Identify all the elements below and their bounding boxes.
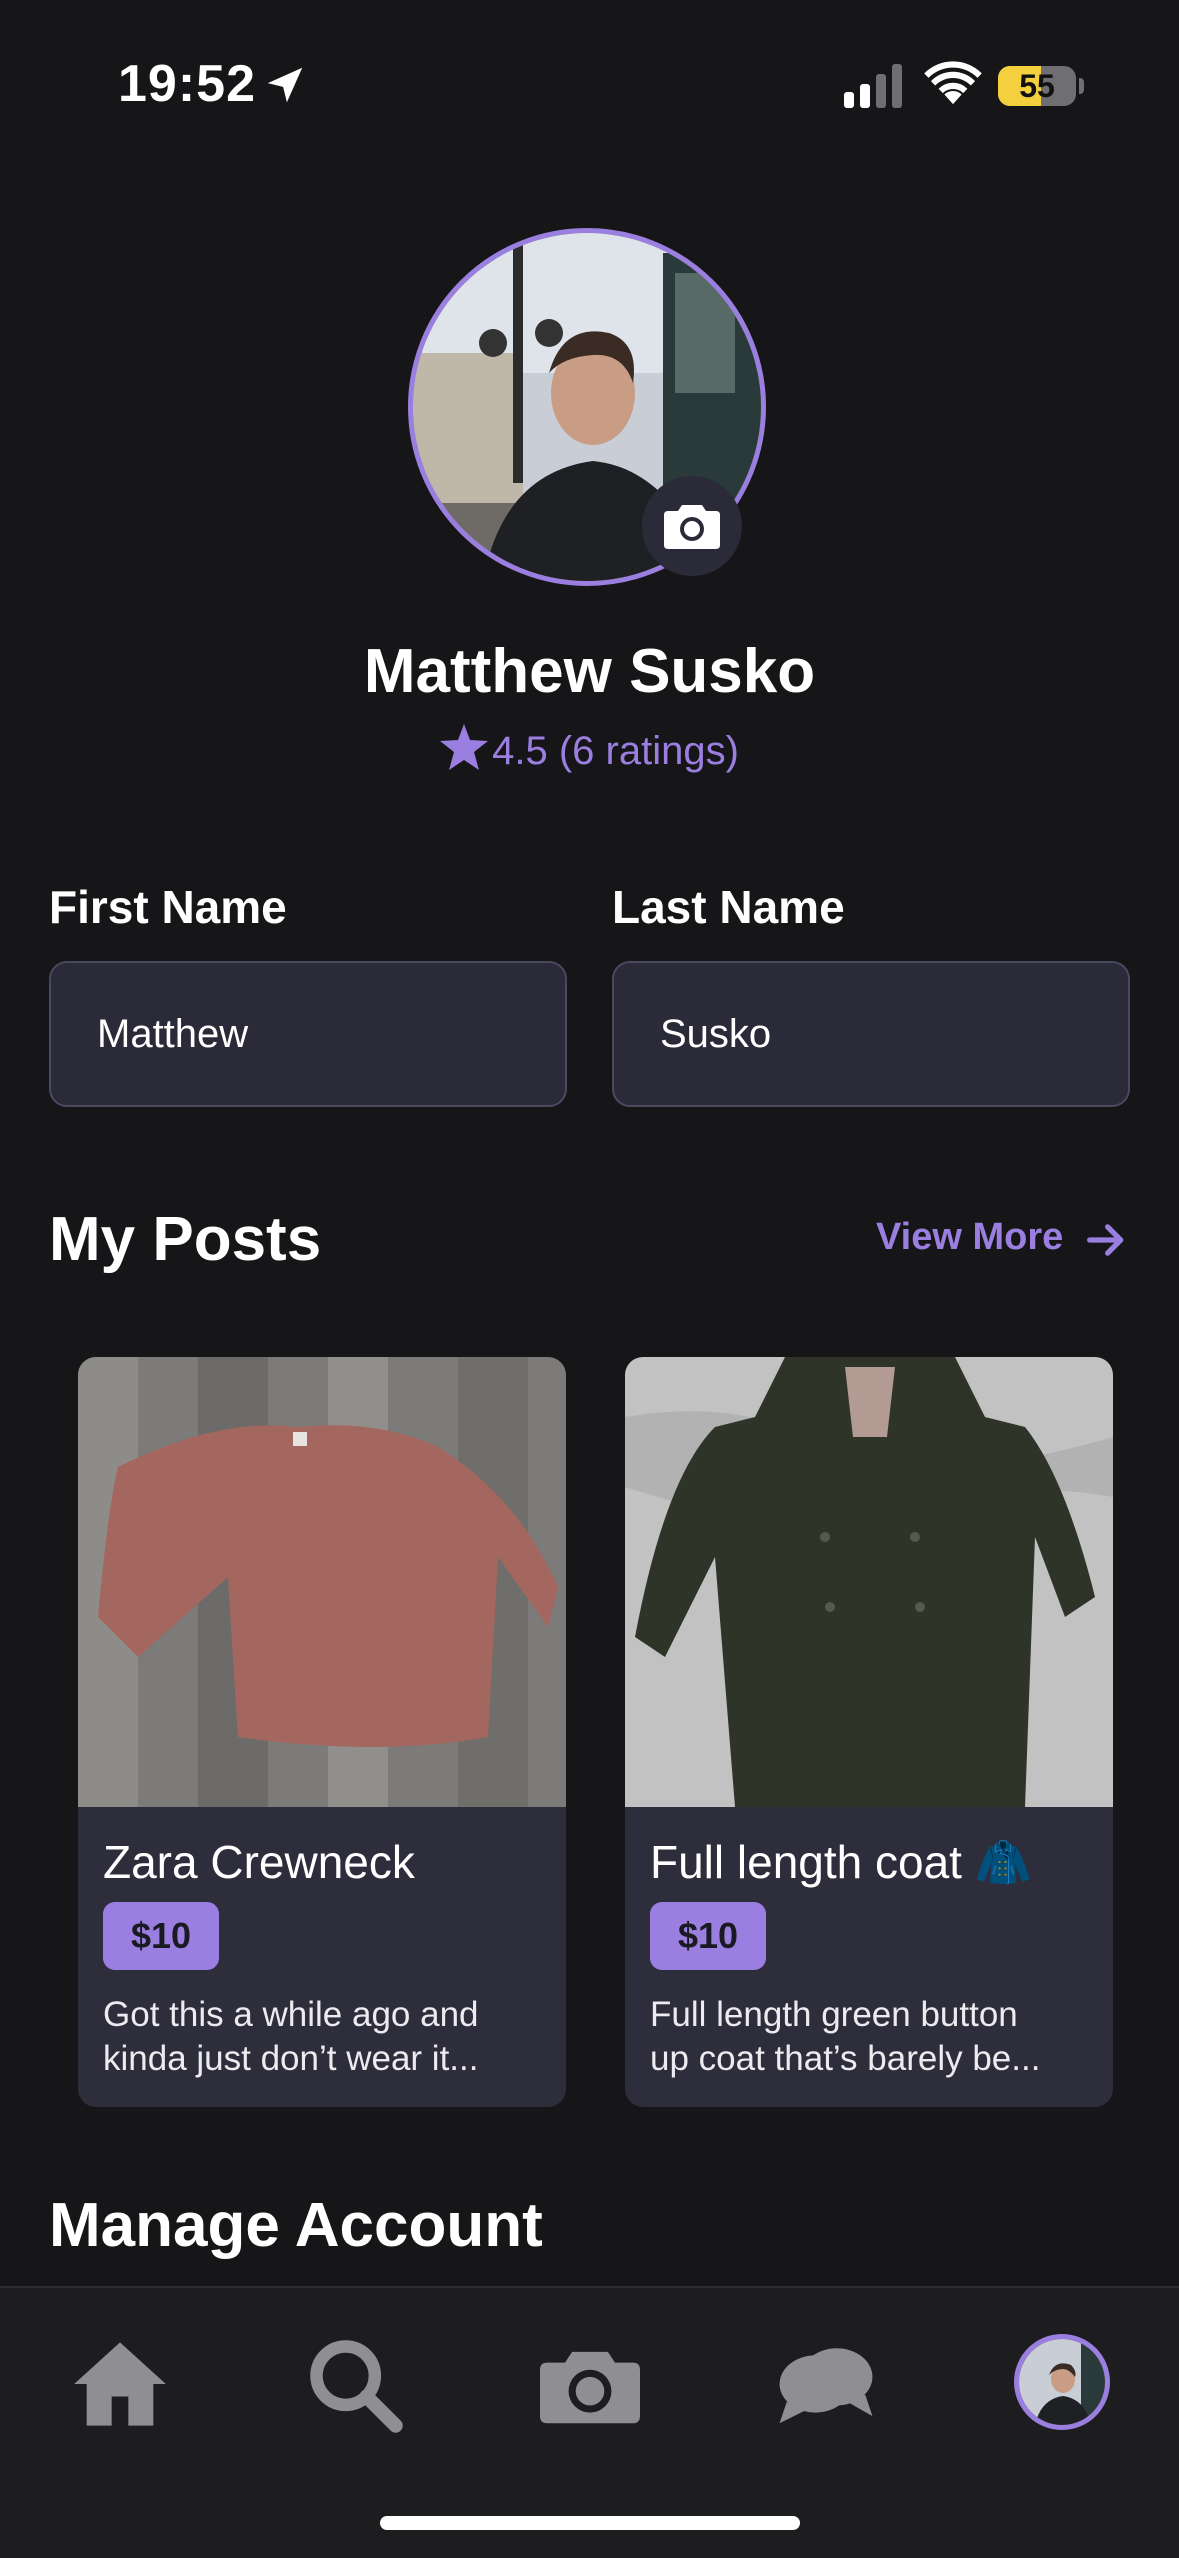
post-title: Zara Crewneck xyxy=(103,1836,415,1888)
post-image xyxy=(625,1357,1113,1807)
post-card[interactable]: Full length coat 🧥 $10 Full length green… xyxy=(625,1357,1113,2107)
tab-messages[interactable] xyxy=(776,2334,876,2434)
location-arrow-icon xyxy=(267,67,303,103)
tab-search[interactable] xyxy=(304,2334,404,2434)
first-name-label: First Name xyxy=(49,881,287,933)
home-icon xyxy=(74,2342,166,2426)
post-title: Full length coat 🧥 xyxy=(650,1836,1033,1888)
arrow-right-icon xyxy=(1087,1224,1124,1256)
last-name-field[interactable] xyxy=(612,961,1130,1107)
change-photo-button[interactable] xyxy=(642,476,742,576)
home-indicator xyxy=(380,2516,800,2530)
profile-avatar xyxy=(1019,2339,1105,2425)
camera-icon xyxy=(664,505,720,549)
post-description: Got this a while ago and kinda just don’… xyxy=(103,1993,543,2081)
manage-account-title: Manage Account xyxy=(49,2191,543,2260)
status-bar: 19:52 55 xyxy=(0,0,1179,150)
tab-profile[interactable] xyxy=(1014,2334,1110,2430)
post-description-line: Full length green button xyxy=(650,1995,1018,2034)
view-more-link[interactable]: View More xyxy=(876,1216,1124,1259)
profile-name: Matthew Susko xyxy=(363,637,816,706)
cellular-signal-icon xyxy=(844,64,902,108)
post-image xyxy=(78,1357,566,1807)
status-time: 19:52 xyxy=(118,55,256,113)
post-price: $10 xyxy=(103,1902,219,1970)
chat-icon xyxy=(779,2348,873,2424)
rating-text: 4.5 (6 ratings) xyxy=(492,729,739,773)
post-card[interactable]: Zara Crewneck $10 Got this a while ago a… xyxy=(78,1357,566,2107)
camera-icon xyxy=(540,2351,640,2424)
first-name-field[interactable] xyxy=(49,961,567,1107)
post-description-line: Got this a while ago and xyxy=(103,1995,479,2034)
post-description-line: kinda just don’t wear it... xyxy=(103,2039,479,2078)
my-posts-title: My Posts xyxy=(49,1205,322,1274)
post-description-line: up coat that’s barely be... xyxy=(650,2039,1041,2078)
battery-icon: 55 xyxy=(998,66,1076,106)
view-more-label: View More xyxy=(876,1216,1064,1258)
post-description: Full length green button up coat that’s … xyxy=(650,1993,1090,2081)
battery-level: 55 xyxy=(1019,68,1055,104)
wifi-icon xyxy=(924,61,982,105)
star-icon xyxy=(440,724,489,770)
rating: 4.5 (6 ratings) xyxy=(0,724,1179,774)
last-name-label: Last Name xyxy=(612,881,845,933)
tab-camera[interactable] xyxy=(540,2334,640,2434)
battery-nub xyxy=(1079,78,1084,94)
search-icon xyxy=(310,2340,403,2433)
tab-home[interactable] xyxy=(70,2334,170,2434)
post-price: $10 xyxy=(650,1902,766,1970)
